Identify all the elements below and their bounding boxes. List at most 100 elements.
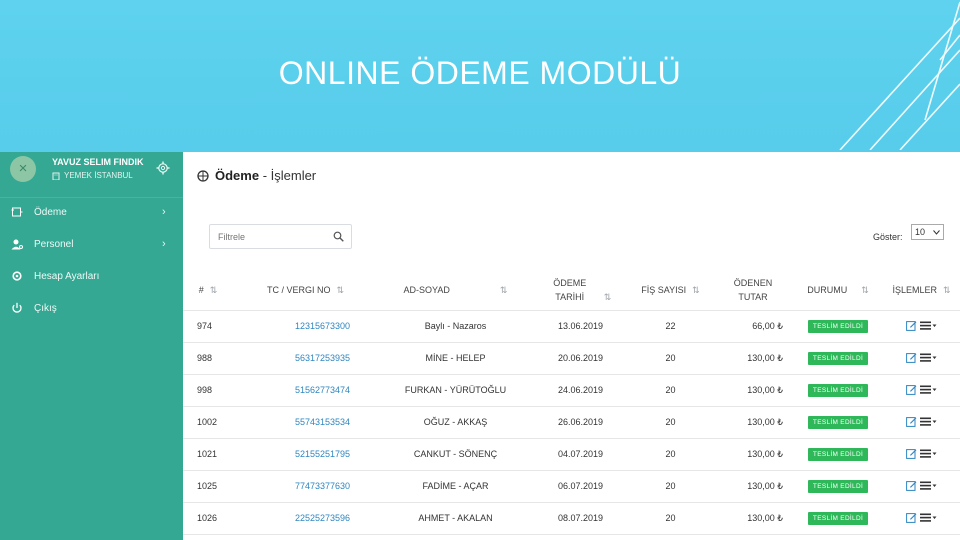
row-tc-link[interactable]: 51562773474 (233, 374, 378, 406)
row-tc-link[interactable]: 55743153534 (233, 406, 378, 438)
status-badge: TESLİM EDİLDİ (807, 383, 869, 397)
table-row[interactable]: 998 51562773474 FURKAN - YÜRÜTOĞLU 24.06… (183, 374, 960, 406)
payment-icon (11, 207, 23, 217)
sidebar-item-odeme[interactable]: Ödeme › (0, 196, 183, 228)
table-row[interactable]: 1002 55743153534 OĞUZ - AKKAŞ 26.06.2019… (183, 406, 960, 438)
page-title-main: Ödeme (215, 168, 260, 183)
row-amount: 130,00 ₺ (747, 352, 783, 363)
row-id: 1025 (197, 481, 218, 491)
row-actions (883, 470, 960, 502)
menu-list-icon[interactable] (920, 353, 937, 362)
table-header-row: # ⇅ TC / VERGI NO ⇅ AD-SOYAD ⇅ ÖDEME TARİHİ… (183, 270, 960, 311)
row-name: Baylı - Nazaros (424, 321, 487, 331)
row-tc-link[interactable]: 56317253935 (233, 342, 378, 374)
globe-icon (197, 169, 209, 182)
filter-input[interactable] (209, 224, 352, 249)
sidebar-item-label: Hesap Ayarları (34, 270, 100, 282)
menu-list-icon[interactable] (920, 513, 937, 522)
row-status-cell: TESLİM EDİLDİ (793, 502, 883, 534)
edit-icon[interactable] (906, 384, 917, 395)
status-badge: TESLİM EDİLDİ (807, 511, 869, 525)
sidebar-item-label: Çıkış (34, 302, 57, 314)
row-name: MİNE - HELEP (425, 353, 486, 363)
user-company: YEMEK İSTANBUL (52, 171, 133, 180)
row-count: 22 (665, 321, 676, 331)
status-badge: TESLİM EDİLDİ (807, 447, 869, 461)
user-profile: × YAVUZ SELIM FINDIK YEMEK İSTANBUL (0, 152, 183, 198)
column-header-status[interactable]: DURUMU ⇅ (793, 270, 883, 311)
user-name: YAVUZ SELIM FINDIK (52, 157, 144, 167)
row-tc-link[interactable]: 77473377630 (233, 470, 378, 502)
row-name: AHMET - AKALAN (418, 513, 493, 523)
edit-icon[interactable] (906, 352, 917, 363)
sidebar-item-hesap-ayarlari[interactable]: Hesap Ayarları (0, 260, 183, 292)
table-row[interactable]: 1025 77473377630 FADİME - AÇAR 06.07.201… (183, 470, 960, 502)
status-badge: TESLİM EDİLDİ (807, 319, 869, 333)
row-status-cell: TESLİM EDİLDİ (793, 406, 883, 438)
status-badge: TESLİM EDİLDİ (807, 351, 869, 365)
sidebar: × YAVUZ SELIM FINDIK YEMEK İSTANBUL Ödem… (0, 152, 183, 540)
row-status-cell: TESLİM EDİLDİ (793, 342, 883, 374)
column-header-actions[interactable]: İŞLEMLER ⇅ (883, 270, 960, 311)
row-count: 20 (665, 513, 676, 523)
table-row[interactable]: 988 56317253935 MİNE - HELEP 20.06.2019 … (183, 342, 960, 374)
row-count: 20 (665, 481, 676, 491)
payments-table: # ⇅ TC / VERGI NO ⇅ AD-SOYAD ⇅ ÖDEME TARİHİ… (183, 270, 960, 535)
row-id: 988 (197, 353, 213, 363)
person-icon (11, 239, 23, 250)
row-id: 974 (197, 321, 213, 331)
row-amount: 130,00 ₺ (747, 480, 783, 491)
edit-icon[interactable] (906, 448, 917, 459)
column-header-tc[interactable]: TC / VERGI NO ⇅ (233, 270, 378, 311)
column-header-id[interactable]: # ⇅ (183, 270, 233, 311)
chevron-right-icon: › (162, 206, 166, 218)
building-icon (52, 172, 60, 180)
status-badge: TESLİM EDİLDİ (807, 415, 869, 429)
menu-list-icon[interactable] (920, 385, 937, 394)
row-tc-link[interactable]: 22525273596 (233, 502, 378, 534)
column-header-count[interactable]: FİŞ SAYISI ⇅ (628, 270, 713, 311)
gear-icon[interactable] (156, 161, 170, 175)
table-row[interactable]: 974 12315673300 Baylı - Nazaros 13.06.20… (183, 310, 960, 342)
row-tc-link[interactable]: 12315673300 (233, 310, 378, 342)
row-status-cell: TESLİM EDİLDİ (793, 374, 883, 406)
avatar[interactable]: × (10, 156, 36, 182)
row-actions (883, 502, 960, 534)
column-header-name[interactable]: AD-SOYAD ⇅ (378, 270, 533, 311)
row-count: 20 (665, 385, 676, 395)
row-date: 13.06.2019 (557, 321, 604, 331)
row-name: OĞUZ - AKKAŞ (423, 417, 488, 427)
row-id: 1021 (197, 449, 218, 459)
menu-list-icon[interactable] (920, 417, 937, 426)
row-tc-link[interactable]: 52155251795 (233, 438, 378, 470)
edit-icon[interactable] (906, 480, 917, 491)
menu-list-icon[interactable] (920, 321, 937, 330)
menu-list-icon[interactable] (920, 481, 937, 490)
menu-list-icon[interactable] (920, 449, 937, 458)
row-status-cell: TESLİM EDİLDİ (793, 470, 883, 502)
search-icon[interactable] (333, 231, 344, 242)
column-header-amount[interactable]: ÖDENEN TUTAR (713, 270, 793, 311)
row-actions (883, 374, 960, 406)
edit-icon[interactable] (906, 416, 917, 427)
sidebar-nav: Ödeme › Personel › Hesap Ayarları Çıkış (0, 196, 183, 324)
sidebar-item-cikis[interactable]: Çıkış (0, 292, 183, 324)
page-size-select[interactable]: 10 (911, 224, 944, 240)
sidebar-item-personel[interactable]: Personel › (0, 228, 183, 260)
column-header-date[interactable]: ÖDEME TARİHİ ⇅ (533, 270, 628, 311)
edit-icon[interactable] (906, 320, 917, 331)
company-name: YEMEK İSTANBUL (64, 171, 133, 180)
row-amount: 130,00 ₺ (747, 384, 783, 395)
page-title: Ödeme - İşlemler (197, 168, 316, 183)
row-actions (883, 438, 960, 470)
row-date: 04.07.2019 (557, 449, 604, 459)
row-count: 20 (665, 353, 676, 363)
edit-icon[interactable] (906, 512, 917, 523)
table-row[interactable]: 1026 22525273596 AHMET - AKALAN 08.07.20… (183, 502, 960, 534)
row-amount: 130,00 ₺ (747, 416, 783, 427)
row-amount: 66,00 ₺ (752, 320, 783, 331)
table-row[interactable]: 1021 52155251795 CANKUT - SÖNENÇ 04.07.2… (183, 438, 960, 470)
row-name: FURKAN - YÜRÜTOĞLU (404, 385, 507, 395)
row-name: FADİME - AÇAR (422, 481, 489, 491)
decorative-lines (839, 1, 960, 150)
